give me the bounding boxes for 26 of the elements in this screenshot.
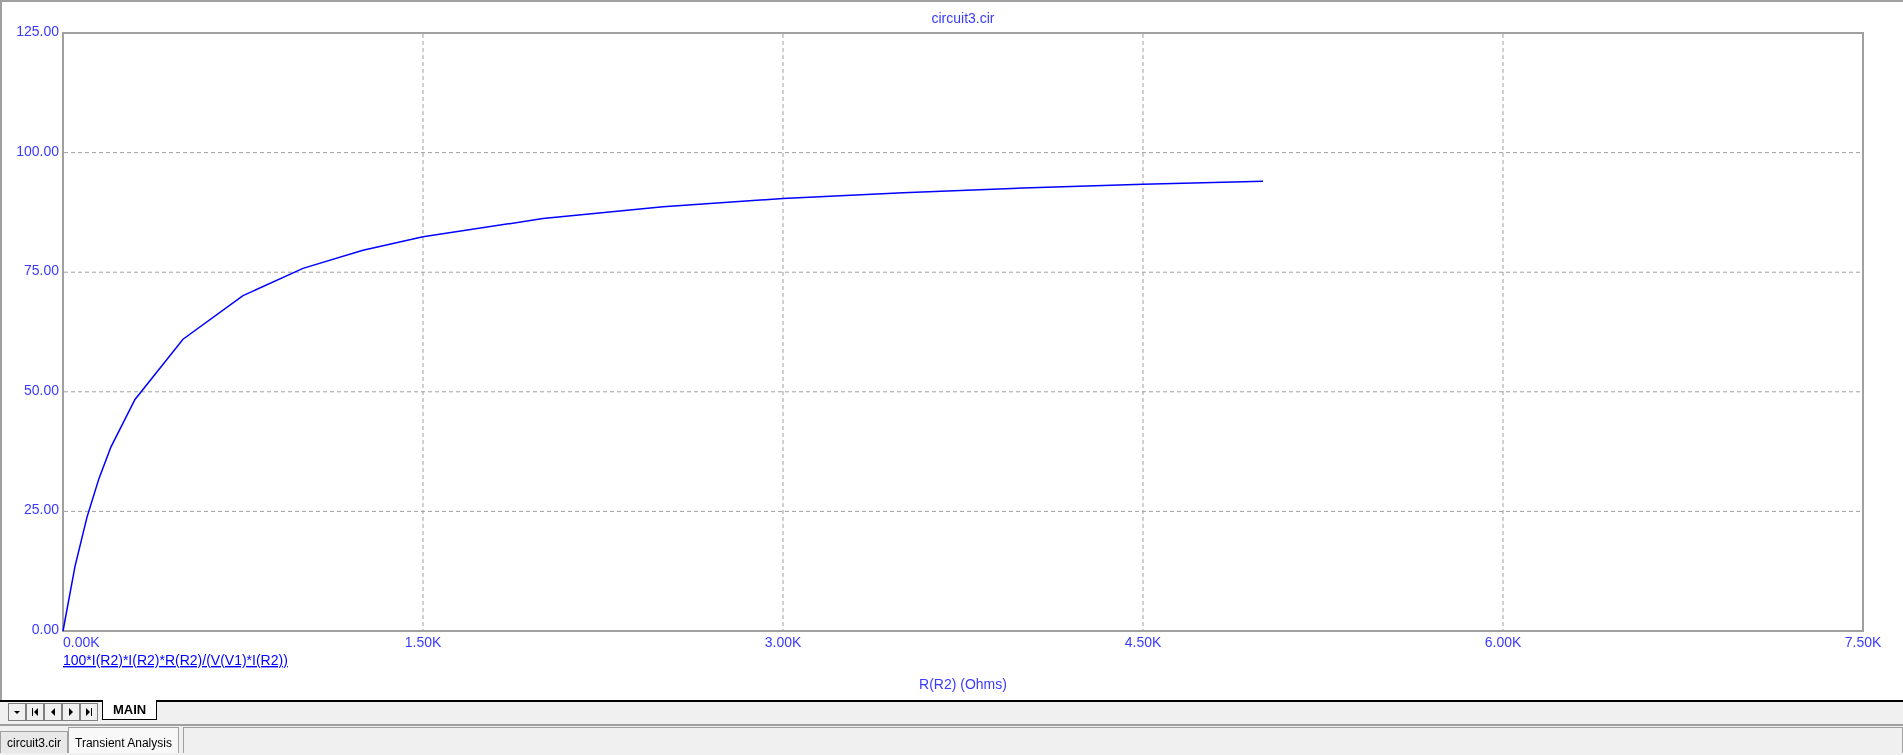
y-tick-label: 25.00 <box>23 501 59 518</box>
trace-label-link[interactable]: 100*I(R2)*I(R2)*R(R2)/(V(V1)*I(R2)) <box>63 652 288 668</box>
chart-title: circuit3.cir <box>931 10 995 26</box>
x-tick-label: 0.00K <box>63 634 100 650</box>
y-tick-label: 50.00 <box>23 381 59 398</box>
sheet-tab[interactable]: MAIN <box>102 700 158 720</box>
document-tab[interactable]: circuit3.cir <box>0 731 68 753</box>
y-tick-label: 100.00 <box>16 142 59 159</box>
skip-first-icon <box>30 707 40 717</box>
x-tick-label: 7.50K <box>1844 634 1882 650</box>
x-tick-label: 3.00K <box>764 634 802 650</box>
x-axis-label: R(R2) (Ohms) <box>919 676 1007 692</box>
skip-last-icon <box>84 707 94 717</box>
previous-sheet-button[interactable] <box>44 703 62 721</box>
x-tick-label: 1.50K <box>404 634 442 650</box>
y-tick-label: 75.00 <box>23 262 59 279</box>
x-tick-label: 4.50K <box>1124 634 1162 650</box>
document-tab[interactable]: Transient Analysis <box>68 727 179 753</box>
triangle-right-icon <box>66 707 76 717</box>
first-sheet-button[interactable] <box>26 703 44 721</box>
y-tick-label: 0.00 <box>31 621 59 637</box>
x-tick-label: 6.00K <box>1484 634 1522 650</box>
y-tick-label: 125.00 <box>16 23 59 39</box>
next-sheet-button[interactable] <box>62 703 80 721</box>
sheet-menu-button[interactable] <box>8 703 26 721</box>
last-sheet-button[interactable] <box>80 703 98 721</box>
